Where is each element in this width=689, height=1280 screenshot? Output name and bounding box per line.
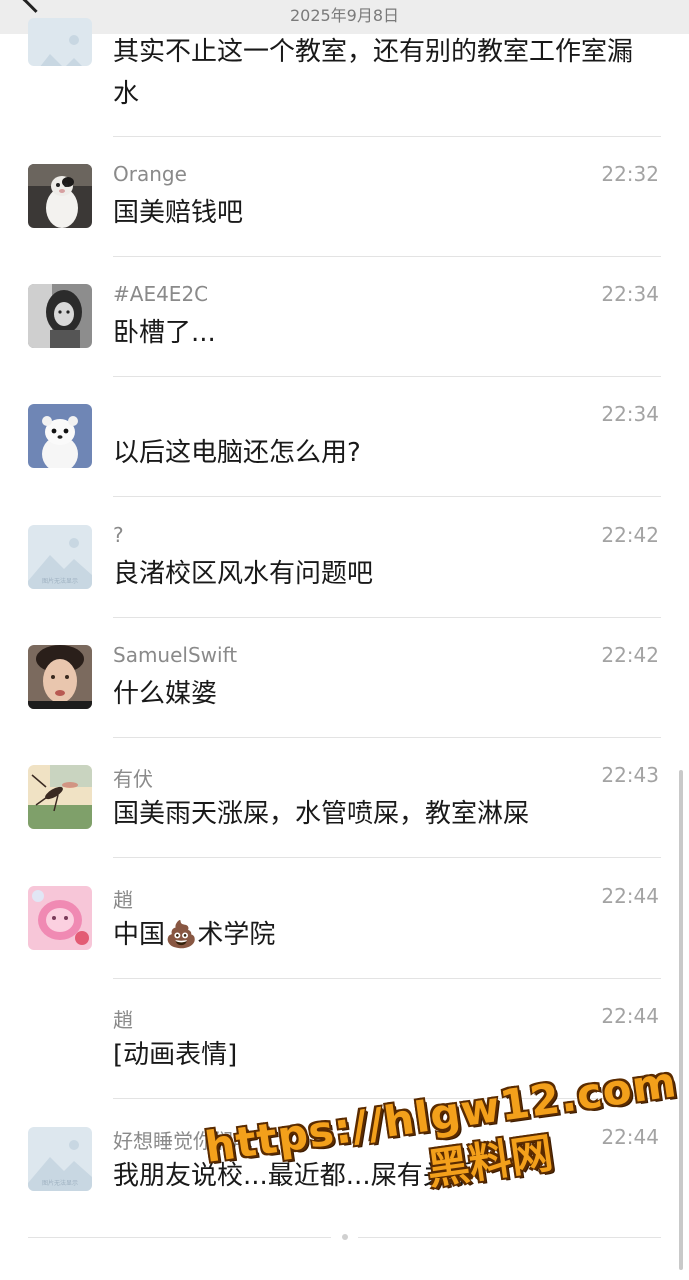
divider [113,737,661,738]
message-time: 22:42 [601,643,659,667]
list-item[interactable]: 图片无法显示 ? 22:42 良渚校区风水有问题吧 [0,523,689,618]
message-time: 22:34 [601,282,659,306]
list-item[interactable]: #AE4E2C 22:34 卧槽了... [0,282,689,377]
scrollbar[interactable] [679,770,683,1270]
list-end-divider [358,1237,661,1238]
chat-history-list[interactable]: 图片无法显示 其实不止这一个教室，还有别的教室工作室漏水 Orange 22:3… [0,0,689,1280]
sender-name: ? [113,523,124,547]
message-text: 什么媒婆 [113,679,218,709]
message-text: 卧槽了... [113,318,216,348]
list-item[interactable]: 趙 22:44 中国💩术学院 [0,884,689,979]
divider [113,376,661,377]
message-time: 22:44 [601,1125,659,1149]
list-item[interactable]: SamuelSwift 22:42 什么媒婆 [0,643,689,738]
placeholder-image-icon[interactable]: 图片无法显示 [28,525,92,589]
placeholder-caption: 图片无法显示 [42,577,78,585]
message-time: 22:44 [601,884,659,908]
sender-name: 好想睡觉你们呢 [113,1129,253,1153]
divider [113,136,661,137]
face-avatar[interactable] [28,645,92,709]
list-item[interactable]: 趙 22:44 [动画表情] [0,1004,689,1099]
list-item[interactable]: Orange 22:32 国美赔钱吧 [0,162,689,257]
message-text: 以后这电脑还怎么用? [113,438,361,468]
message-text: 国美赔钱吧 [113,198,244,228]
cat-avatar[interactable] [28,164,92,228]
list-end-divider [28,1237,331,1238]
list-item[interactable]: 图片无法显示 其实不止这一个教室，还有别的教室工作室漏水 [0,16,689,137]
divider [113,1098,661,1099]
sender-name: #AE4E2C [113,282,209,306]
divider [113,496,661,497]
divider [113,256,661,257]
placeholder-image-icon: 图片无法显示 [28,18,92,66]
portrait-avatar[interactable] [28,284,92,348]
sender-name: SamuelSwift [113,643,238,667]
divider [113,978,661,979]
sender-name: 有伏 [113,767,153,791]
mosquito-avatar[interactable] [28,765,92,829]
message-time: 22:32 [601,162,659,186]
sender-name: Orange [113,162,187,186]
message-text: 国美雨天涨屎，水管喷屎，教室淋屎 [113,799,530,829]
list-end-dot [342,1234,348,1240]
list-item[interactable]: 22:34 以后这电脑还怎么用? [0,402,689,497]
list-item[interactable]: 图片无法显示 好想睡觉你们呢 22:44 我朋友说校...最近都...屎有关系 [0,1125,689,1220]
pink-avatar[interactable] [28,886,92,950]
message-time: 22:43 [601,763,659,787]
message-text: 我朋友说校...最近都...屎有关系 [113,1161,475,1191]
sender-name: 趙 [113,1008,133,1032]
placeholder-caption: 图片无法显示 [42,1179,78,1187]
message-text: 中国💩术学院 [113,920,276,950]
divider [113,857,661,858]
message-text: 其实不止这一个教室，还有别的教室工作室漏水 [113,37,634,109]
divider [113,617,661,618]
message-time: 22:34 [601,402,659,426]
message-text: [动画表情] [113,1040,238,1070]
list-item[interactable]: 有伏 22:43 国美雨天涨屎，水管喷屎，教室淋屎 [0,763,689,858]
message-text: 良渚校区风水有问题吧 [113,559,374,589]
sender-name: 趙 [113,888,133,912]
placeholder-image-icon[interactable]: 图片无法显示 [28,1127,92,1191]
message-time: 22:42 [601,523,659,547]
ermine-avatar[interactable] [28,404,92,468]
message-time: 22:44 [601,1004,659,1028]
